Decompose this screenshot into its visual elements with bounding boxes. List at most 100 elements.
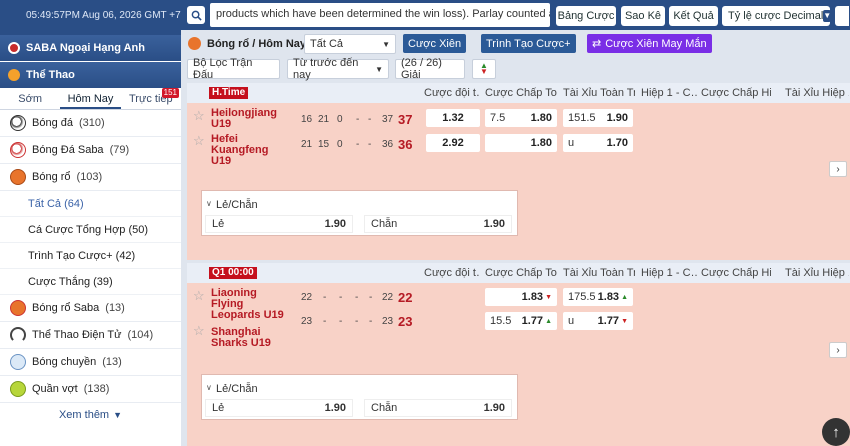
sidebar-header-saba[interactable]: SABA Ngoại Hạng Anh <box>0 35 181 61</box>
away-team-name[interactable]: Shanghai Sharks U19 <box>211 327 271 349</box>
search-button[interactable] <box>187 6 205 24</box>
search-icon <box>191 10 202 21</box>
sidebar-header-sports[interactable]: Thể Thao <box>0 62 181 88</box>
handicap-away-odd[interactable]: 1.80 <box>485 134 557 152</box>
sports-icon <box>8 69 20 81</box>
announcement-ticker[interactable]: products which have been determined the … <box>210 3 550 27</box>
sidebar-item-soccer[interactable]: Bóng đá (310) <box>0 110 181 137</box>
odd-line: 151.5 <box>568 112 596 124</box>
odd-even-panel: ∨ Lẻ/Chẵn Lẻ 1.90 Chẵn 1.90 <box>201 374 518 420</box>
moneyline-away-odd[interactable]: 2.92 <box>426 134 480 152</box>
submenu-item-mix-parlay[interactable]: Cá Cược Tổng Hợp (50) <box>0 217 181 243</box>
bet-list-button[interactable]: Bảng Cược <box>556 6 616 26</box>
over-odd[interactable]: 151.5 1.90 <box>563 109 633 127</box>
moneyline-home-odd[interactable]: 1.32 <box>426 109 480 127</box>
total-score: 23 <box>398 314 413 329</box>
chevron-down-icon[interactable]: ∨ <box>206 199 212 208</box>
submenu-item-count: (50) <box>128 223 149 236</box>
submenu-item-outright[interactable]: Cược Thắng (39) <box>0 269 181 295</box>
tab-today[interactable]: Hôm Nay <box>60 88 121 109</box>
quarter-score: - <box>356 114 360 125</box>
favorite-star-icon[interactable]: ☆ <box>193 133 205 149</box>
even-option[interactable]: Chẵn 1.90 <box>364 399 512 417</box>
more-markets-button[interactable]: › <box>829 342 847 358</box>
team-name-line: Leopards U19 <box>211 309 284 321</box>
favorite-star-icon[interactable]: ☆ <box>193 288 205 304</box>
under-odd[interactable]: u 1.70 <box>563 134 633 152</box>
sort-order-button[interactable]: ▲ ▼ <box>472 59 496 79</box>
column-header: Cược Chấp To… <box>485 87 557 99</box>
parlay-button[interactable]: Cược Xiên <box>403 34 467 53</box>
odd-value: 1.80 <box>530 137 552 149</box>
column-header: Hiệp 1 - C… <box>641 267 697 279</box>
see-more-label: Xem thêm <box>58 409 110 421</box>
odd-option[interactable]: Lẻ 1.90 <box>205 399 353 417</box>
market-select[interactable]: Tất Cả ▼ <box>304 34 396 54</box>
more-markets-button[interactable]: › <box>829 161 847 177</box>
chevron-down-icon[interactable]: ∨ <box>206 383 212 392</box>
odd-value: 1.77 <box>521 315 544 327</box>
odds-up-arrow-icon: ▲ <box>545 317 552 325</box>
home-team-name[interactable]: Liaoning Flying Leopards U19 <box>211 288 284 321</box>
odd-option[interactable]: Lẻ 1.90 <box>205 215 353 233</box>
saba-logo-icon <box>8 42 20 54</box>
odds-type-select[interactable]: Tỷ lệ cược Decimal ▼ <box>722 6 832 26</box>
results-button[interactable]: Kết Quả <box>669 6 718 26</box>
favorite-star-icon[interactable]: ☆ <box>193 108 205 124</box>
submenu-item-all[interactable]: Tất Cả (64) <box>0 191 181 217</box>
quarter-score: 0 <box>337 139 343 150</box>
submenu-item-label: Trình Tạo Cược+ <box>28 249 113 262</box>
odd-even-section: ∨ Lẻ/Chẵn Lẻ 1.90 Chẵn 1.90 <box>187 184 850 260</box>
sidebar-item-saba-basketball[interactable]: Bóng rổ Saba (13) <box>0 295 181 322</box>
sidebar-item-basketball[interactable]: Bóng rổ (103) <box>0 164 181 191</box>
even-option[interactable]: Chẵn 1.90 <box>364 215 512 233</box>
column-header: Cược Chấp Hi… <box>701 267 771 279</box>
clock: 05:49:57PM Aug 06, 2026 GMT +7 <box>26 10 181 21</box>
odd-even-section: ∨ Lẻ/Chẵn Lẻ 1.90 Chẵn 1.90 <box>187 365 850 446</box>
statement-button[interactable]: Sao Kê <box>621 6 665 26</box>
odd-value: 1.32 <box>442 112 464 124</box>
quarter-score: - <box>323 292 327 303</box>
sidebar-item-volleyball[interactable]: Bóng chuyền (13) <box>0 349 181 376</box>
tab-live[interactable]: Trực tiếp 151 <box>121 88 181 109</box>
handicap-home-odd[interactable]: 7.5 1.80 <box>485 109 557 127</box>
under-odd[interactable]: u 1.77 ▼ <box>563 312 633 330</box>
chevron-right-icon: › <box>836 344 840 356</box>
team-name-line: U19 <box>211 118 232 130</box>
scroll-to-top-button[interactable]: ↑ <box>822 418 850 446</box>
odds-type-label: Tỷ lệ cược Decimal <box>728 10 824 22</box>
saba-soccer-icon <box>10 142 26 158</box>
sidebar-item-label: Bóng chuyền <box>32 356 97 368</box>
column-header: Tài Xỉu Toàn Tr… <box>563 87 635 99</box>
tab-early[interactable]: Sớm <box>0 88 60 109</box>
favorite-star-icon[interactable]: ☆ <box>193 323 205 339</box>
main-content: Bóng rổ / Hôm Nay Tất Cả ▼ Cược Xiên Trì… <box>185 30 850 446</box>
odds-up-arrow-icon: ▲ <box>621 293 628 301</box>
soccer-ball-icon <box>10 115 26 131</box>
sidebar-item-saba-soccer[interactable]: Bóng Đá Saba (79) <box>0 137 181 164</box>
team-name-line: U19 <box>211 155 232 167</box>
league-filter-button[interactable]: Bộ Lọc Trận Đấu <box>187 57 280 81</box>
column-header: Cược Chấp To… <box>485 267 557 279</box>
handicap-away-odd[interactable]: 15.5 1.77 ▲ <box>485 312 557 330</box>
submenu-item-label: Cá Cược Tổng Hợp <box>28 223 126 236</box>
odd-value: 1.90 <box>606 112 628 124</box>
quarter-score: - <box>355 292 359 303</box>
handicap-home-odd[interactable]: 1.83 ▼ <box>485 288 557 306</box>
see-more-button[interactable]: Xem thêm ▼ <box>0 403 181 427</box>
lucky-parlay-button[interactable]: ⇄ Cược Xiên May Mắn <box>587 34 712 53</box>
match-row: ☆ ☆ Heilongjiang U19 Hefei Kuangfeng U19… <box>187 103 850 184</box>
home-team-name[interactable]: Heilongjiang U19 <box>211 108 277 130</box>
sidebar-item-tennis[interactable]: Quần vợt (138) <box>0 376 181 403</box>
option-label: Chẵn <box>371 402 398 414</box>
bet-builder-button[interactable]: Trình Tạo Cược+ <box>481 34 576 53</box>
submenu-item-count: (64) <box>64 197 84 210</box>
over-odd[interactable]: 175.5 1.83 ▲ <box>563 288 633 306</box>
away-team-name[interactable]: Hefei Kuangfeng U19 <box>211 134 268 167</box>
submenu-item-label: Tất Cả <box>28 197 62 210</box>
tennis-ball-icon <box>10 381 26 397</box>
sort-select[interactable]: Từ trước đến nay ▼ <box>287 57 389 81</box>
user-menu-button[interactable] <box>835 6 849 26</box>
sidebar-item-esports[interactable]: Thể Thao Điện Tử (104) <box>0 322 181 349</box>
submenu-item-bet-builder[interactable]: Trình Tạo Cược+ (42) <box>0 243 181 269</box>
